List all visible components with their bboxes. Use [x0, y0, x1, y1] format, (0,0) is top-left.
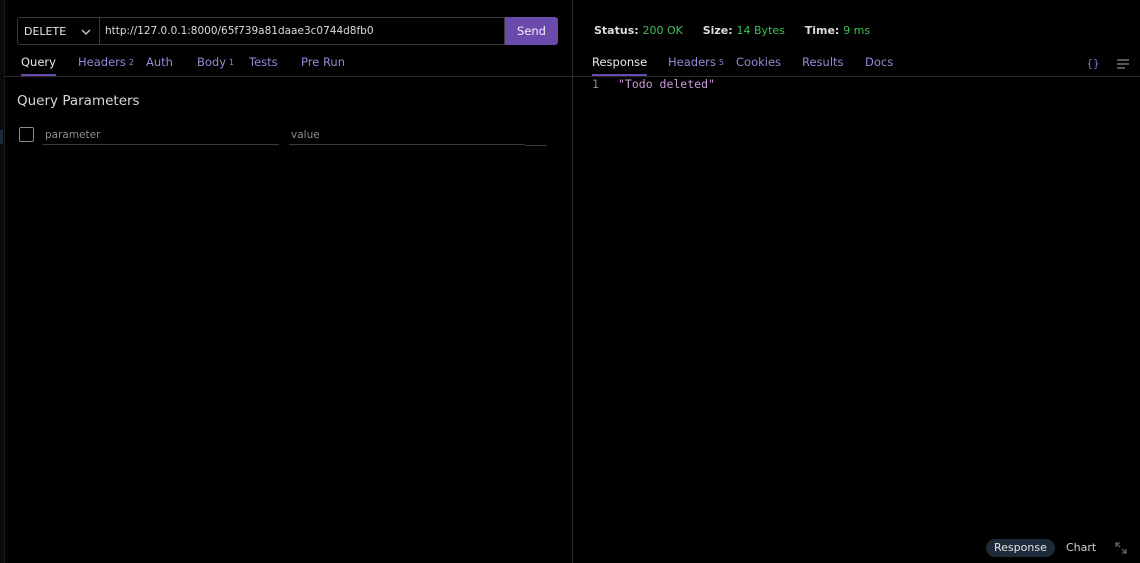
response-pane: Status: 200 OK Size: 14 Bytes Time: 9 ms… [573, 0, 1140, 563]
size-item: Size: 14 Bytes [703, 24, 785, 37]
url-input[interactable] [99, 17, 505, 45]
time-item: Time: 9 ms [805, 24, 870, 37]
tab-badge: 2 [128, 58, 134, 67]
tab-response[interactable]: Response [592, 53, 648, 76]
tab-badge: 5 [718, 58, 724, 67]
tab-label: Headers [78, 55, 126, 69]
row-divider [525, 145, 547, 146]
tab-label: Auth [146, 55, 173, 69]
response-view-switcher: Response Chart [986, 539, 1136, 557]
menu-lines-icon[interactable] [1116, 58, 1130, 70]
tab-label: Cookies [736, 55, 782, 69]
response-view-button[interactable]: Response [986, 539, 1055, 557]
send-button[interactable]: Send [505, 17, 558, 45]
tab-auth[interactable]: Auth [146, 53, 173, 76]
tab-query[interactable]: Query [21, 53, 56, 76]
method-value: DELETE [24, 24, 67, 38]
response-body-line: 1 "Todo deleted" [592, 77, 715, 91]
line-number: 1 [592, 77, 599, 91]
size-value: 14 Bytes [736, 24, 785, 37]
tab-tests[interactable]: Tests [249, 53, 278, 76]
tab-label: Tests [249, 55, 278, 69]
response-meta: Status: 200 OK Size: 14 Bytes Time: 9 ms [594, 24, 886, 37]
tab-body[interactable]: Body 1 [197, 53, 234, 76]
tabs-divider [5, 76, 572, 77]
query-params-title: Query Parameters [17, 93, 140, 109]
tab-badge: 1 [229, 58, 235, 67]
time-value: 9 ms [843, 24, 871, 37]
edge-marker [0, 130, 3, 144]
parameter-input[interactable] [43, 125, 279, 145]
query-param-row [19, 125, 549, 147]
tab-label: Results [802, 55, 844, 69]
status-value: 200 OK [642, 24, 683, 37]
checkbox-icon[interactable] [19, 127, 34, 142]
tab-cookies[interactable]: Cookies [736, 53, 781, 76]
expand-icon[interactable] [1114, 541, 1128, 555]
tab-label: Headers [668, 55, 716, 69]
chevron-down-icon [81, 29, 91, 35]
request-tabs: Query Headers 2 Auth Body 1 Tests Pre Run [5, 53, 572, 77]
format-json-icon[interactable]: {} [1085, 56, 1101, 72]
size-label: Size: [702, 24, 733, 37]
value-input[interactable] [289, 125, 525, 145]
status-label: Status: [594, 24, 639, 37]
tab-results[interactable]: Results [802, 53, 844, 76]
tab-label: Docs [865, 55, 894, 69]
status-item: Status: 200 OK [594, 24, 683, 37]
tab-pre-run[interactable]: Pre Run [301, 53, 345, 76]
response-body-text: "Todo deleted" [618, 77, 715, 91]
tab-label: Pre Run [301, 55, 345, 69]
app-root: DELETE Send Query Headers2 Auth Body1 Te… [0, 0, 1140, 563]
method-select[interactable]: DELETE [17, 17, 99, 45]
tab-label: Response [592, 55, 648, 69]
time-label: Time: [804, 24, 840, 37]
tab-label: Body [197, 55, 227, 69]
tab-response-headers[interactable]: Headers 5 [668, 53, 724, 76]
response-tabs: Response Headers 5 Cookies Results Docs [573, 53, 1140, 77]
tab-docs[interactable]: Docs [865, 53, 893, 76]
request-pane: DELETE Send Query Headers2 Auth Body1 Te… [5, 0, 572, 563]
tab-headers[interactable]: Headers 2 [78, 53, 134, 76]
chart-view-button[interactable]: Chart [1066, 539, 1096, 557]
tab-label: Query [21, 55, 56, 69]
url-bar: DELETE Send [17, 17, 558, 45]
